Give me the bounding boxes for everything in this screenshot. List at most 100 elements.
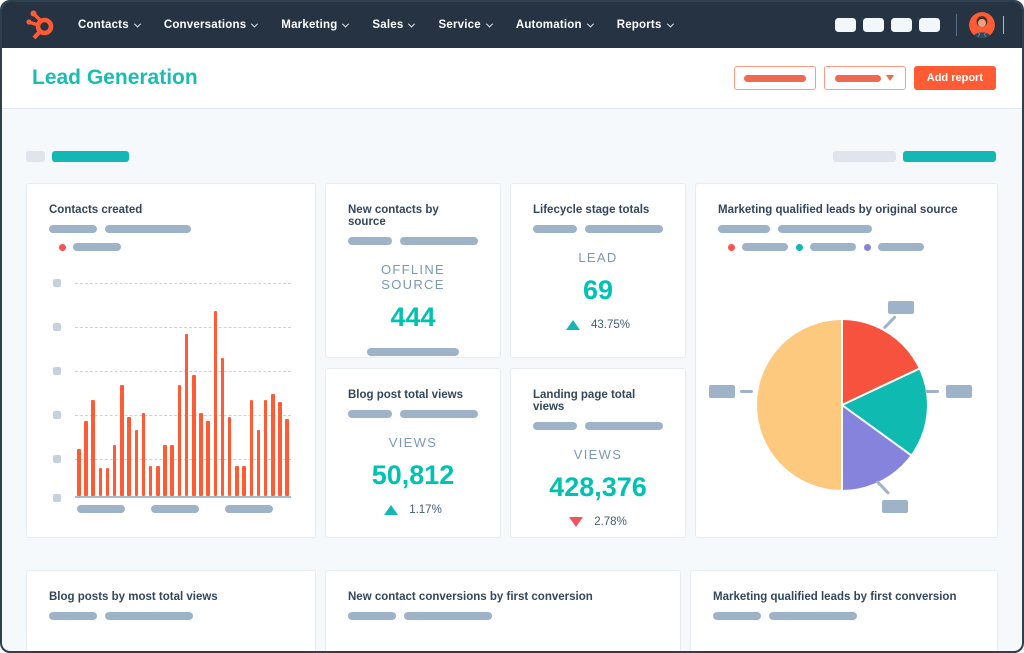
chevron-down-icon xyxy=(485,20,493,28)
filter-placeholder[interactable] xyxy=(52,151,129,162)
card-blog-posts-by-most-total-views: Blog posts by most total views xyxy=(26,570,316,651)
nav-item-conversations[interactable]: Conversations xyxy=(164,19,259,31)
redacted-subtitle xyxy=(49,225,97,233)
account-menu-chevron[interactable] xyxy=(1003,16,1004,34)
user-avatar[interactable] xyxy=(969,12,995,38)
chart-bar xyxy=(148,466,153,496)
dashboard-filter-dropdown[interactable] xyxy=(823,66,906,90)
plot-area xyxy=(75,283,291,498)
chart-bar xyxy=(192,374,196,496)
toolbar-icon-placeholder[interactable] xyxy=(835,18,856,32)
redacted-subtitle xyxy=(585,225,663,233)
app-window: Contacts Conversations Marketing Sales S… xyxy=(0,0,1024,653)
legend-dot-icon xyxy=(59,243,66,251)
filter-group-right xyxy=(833,151,996,162)
report-title[interactable]: Lifecycle stage totals xyxy=(533,204,663,216)
redacted-subtitle xyxy=(778,225,872,233)
redacted-subtitle xyxy=(400,237,478,245)
chart-bar xyxy=(213,310,218,496)
nav-item-marketing[interactable]: Marketing xyxy=(281,19,350,31)
filter-placeholder[interactable] xyxy=(833,151,896,162)
chart-bar xyxy=(206,421,210,496)
redacted-subtitle xyxy=(400,410,478,418)
legend-dot-icon xyxy=(728,243,735,251)
redacted-slice-label xyxy=(882,500,908,513)
report-title[interactable]: Landing page total views xyxy=(533,389,663,413)
report-title[interactable]: Blog posts by most total views xyxy=(49,591,293,603)
legend-item xyxy=(864,243,924,251)
chart-bar xyxy=(177,385,182,496)
redacted-x-label xyxy=(77,505,125,513)
redacted-y-tick xyxy=(53,279,61,287)
add-report-button[interactable]: Add report xyxy=(913,66,996,90)
chart-bar xyxy=(105,468,110,496)
nav-item-label: Service xyxy=(438,19,481,31)
chart-bar xyxy=(263,400,268,496)
card-blog-post-total-views: Blog post total views VIEWS 50,812 1.17% xyxy=(325,368,501,538)
redacted-y-tick xyxy=(53,494,61,502)
report-title[interactable]: Marketing qualified leads by first conve… xyxy=(713,591,975,603)
report-title[interactable]: Contacts created xyxy=(49,204,293,216)
chart-bar xyxy=(91,400,95,496)
chevron-down-icon xyxy=(1003,16,1004,34)
metric-delta: 2.78% xyxy=(533,516,663,528)
nav-item-service[interactable]: Service xyxy=(438,19,493,31)
report-title[interactable]: Marketing qualified leads by original so… xyxy=(718,204,975,216)
chart-bar xyxy=(134,429,138,496)
filter-placeholder[interactable] xyxy=(26,151,45,162)
legend-item xyxy=(728,243,788,251)
metric-delta: 43.75% xyxy=(533,319,663,331)
chevron-down-icon xyxy=(342,20,350,28)
nav-item-reports[interactable]: Reports xyxy=(617,19,674,31)
nav-item-contacts[interactable]: Contacts xyxy=(78,19,141,31)
redacted-subtitle xyxy=(348,612,396,620)
card-landing-page-total-views: Landing page total views VIEWS 428,376 2… xyxy=(510,368,686,538)
chevron-down-icon xyxy=(251,20,259,28)
report-title[interactable]: New contacts by source xyxy=(348,204,478,228)
trend-down-icon xyxy=(569,517,584,527)
delta-value: 1.17% xyxy=(409,504,442,516)
nav-item-automation[interactable]: Automation xyxy=(515,19,594,31)
toolbar-icon-placeholder[interactable] xyxy=(919,18,940,32)
report-title[interactable]: New contact conversions by first convers… xyxy=(348,591,658,603)
page-title: Lead Generation xyxy=(32,66,198,89)
hubspot-logo-icon[interactable] xyxy=(26,9,56,41)
card-mql-by-first-conversion: Marketing qualified leads by first conve… xyxy=(690,570,998,651)
redacted-x-label xyxy=(225,505,273,513)
metric-label: VIEWS xyxy=(388,435,438,450)
pie-chart xyxy=(757,320,927,490)
redacted-subtitle xyxy=(105,225,191,233)
redacted-legend-label xyxy=(742,243,788,251)
x-axis-line xyxy=(75,496,291,498)
callout-connector xyxy=(875,479,891,495)
redacted-button-label xyxy=(743,74,806,82)
dashboard-actions-button[interactable] xyxy=(733,66,816,90)
chart-bar xyxy=(98,468,103,496)
bar-chart xyxy=(49,279,293,502)
report-grid: Contacts created New contacts by source … xyxy=(26,183,998,538)
chart-bar xyxy=(271,393,275,496)
chart-bar xyxy=(242,466,246,496)
redacted-subtitle xyxy=(533,422,577,430)
card-new-contact-conversions: New contact conversions by first convers… xyxy=(325,570,681,651)
nav-item-label: Automation xyxy=(515,19,582,31)
redacted-subtitle xyxy=(533,225,577,233)
report-grid-bottom: Blog posts by most total views New conta… xyxy=(26,570,998,651)
nav-item-sales[interactable]: Sales xyxy=(372,19,416,31)
chevron-down-icon xyxy=(666,20,674,28)
legend-dot-icon xyxy=(796,243,803,251)
navbar-right-tools xyxy=(828,12,1022,38)
caret-down-icon xyxy=(886,75,895,81)
chart-bar xyxy=(156,466,160,496)
chevron-down-icon xyxy=(133,20,141,28)
redacted-subtitle xyxy=(49,612,97,620)
nav-item-label: Contacts xyxy=(78,19,129,31)
chart-bar xyxy=(170,444,174,496)
chevron-down-icon xyxy=(408,20,416,28)
report-title[interactable]: Blog post total views xyxy=(348,389,478,401)
toolbar-icon-placeholder[interactable] xyxy=(891,18,912,32)
chevron-down-icon xyxy=(586,20,594,28)
redacted-subtitle xyxy=(718,225,770,233)
filter-placeholder[interactable] xyxy=(903,151,996,162)
toolbar-icon-placeholder[interactable] xyxy=(863,18,884,32)
